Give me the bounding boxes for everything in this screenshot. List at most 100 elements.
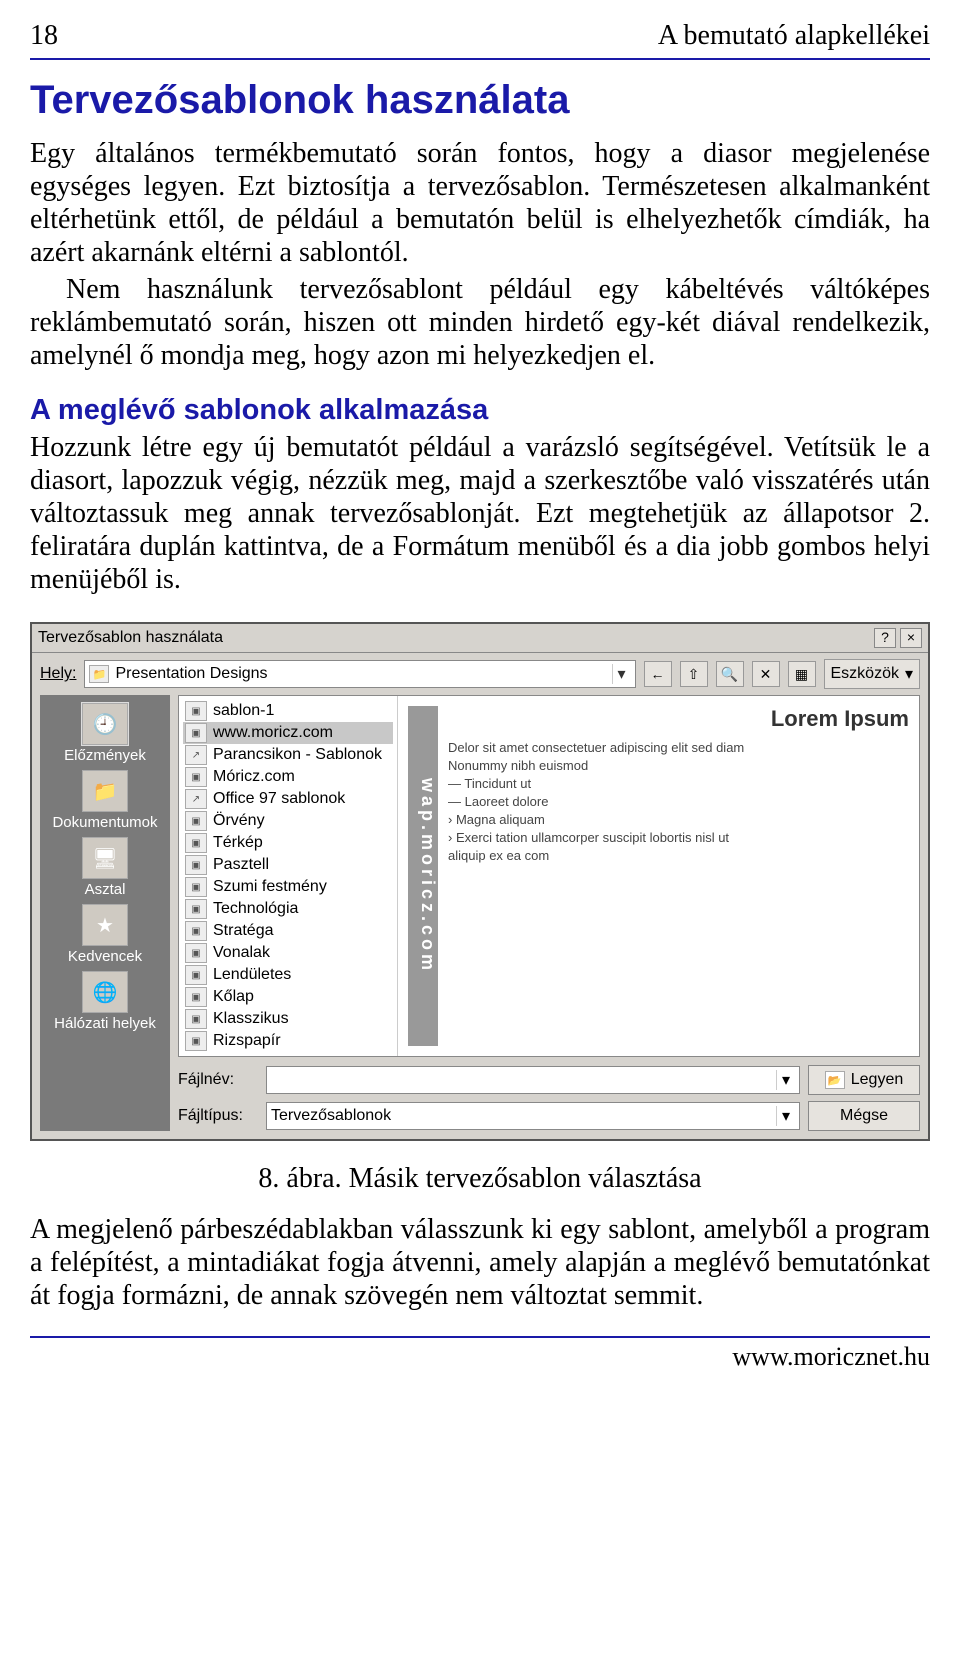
file-name: Stratéga [213, 922, 273, 940]
file-name: Móricz.com [213, 768, 295, 786]
places-bar-icon: ★ [82, 904, 128, 946]
template-file-icon: ▣ [185, 701, 207, 721]
file-list-item[interactable]: ▣Stratéga [183, 920, 393, 942]
paragraph: Nem használunk tervezősablont például eg… [30, 273, 930, 372]
preview-bullet: › Exerci tation ullamcorper suscipit lob… [448, 830, 909, 845]
chevron-down-icon[interactable]: ▾ [612, 664, 631, 684]
preview-title: Lorem Ipsum [448, 706, 909, 732]
location-combo[interactable]: 📁 Presentation Designs ▾ [84, 660, 635, 688]
filetype-value: Tervezősablonok [271, 1107, 391, 1125]
file-name: sablon-1 [213, 702, 274, 720]
file-list-item[interactable]: ▣ www.moricz.com [183, 722, 393, 744]
places-bar-label: Hálózati helyek [40, 1015, 170, 1032]
template-file-icon: ▣ [185, 723, 207, 743]
file-list-item[interactable]: ▣ sablon-1 [183, 700, 393, 722]
figure-caption: 8. ábra. Másik tervezősablon választása [30, 1163, 930, 1195]
filetype-label: Fájltípus: [178, 1107, 258, 1125]
template-file-icon: ▣ [185, 833, 207, 853]
template-file-icon: ▣ [185, 877, 207, 897]
file-list-item[interactable]: ▣Örvény [183, 810, 393, 832]
section-title: A bemutató alapkellékei [658, 20, 930, 52]
file-name: Technológia [213, 900, 298, 918]
chevron-down-icon[interactable]: ▾ [776, 1106, 795, 1126]
views-button[interactable]: ▦ [788, 661, 816, 687]
preview-bullet: — Laoreet dolore [448, 794, 909, 809]
chevron-down-icon[interactable]: ▾ [776, 1070, 795, 1090]
places-bar-icon: 📁 [82, 770, 128, 812]
file-list-area: ▣ sablon-1 ▣ www.moricz.com ↗ Parancsikon - S… [178, 695, 920, 1057]
file-name: Klasszikus [213, 1010, 289, 1028]
shortcut-icon: ↗ [185, 789, 207, 809]
places-bar-label: Előzmények [40, 747, 170, 764]
cancel-button[interactable]: Mégse [808, 1101, 920, 1131]
delete-button[interactable]: ✕ [752, 661, 780, 687]
open-button[interactable]: 📂 Legyen [808, 1065, 920, 1095]
back-button[interactable]: ← [644, 661, 672, 687]
shortcut-icon: ↗ [185, 745, 207, 765]
file-list-item[interactable]: ▣ Vonalak [183, 942, 393, 964]
file-name: Örvény [213, 812, 265, 830]
template-file-icon: ▣ [185, 1031, 207, 1051]
help-button[interactable]: ? [874, 628, 896, 648]
file-list-item[interactable]: ▣ Móricz.com [183, 766, 393, 788]
preview-side-strip: wap.moricz.com [408, 706, 438, 1046]
places-bar-item[interactable]: 📁 Dokumentumok [40, 770, 170, 831]
file-list-item[interactable]: ↗ Office 97 sablonok [183, 788, 393, 810]
places-bar-item[interactable]: ★Kedvencek [40, 904, 170, 965]
file-list-item[interactable]: ▣ Rizspapír [183, 1030, 393, 1052]
tools-label: Eszközök [831, 665, 899, 683]
filetype-combo[interactable]: Tervezősablonok ▾ [266, 1102, 800, 1130]
file-list-item[interactable]: ▣ Technológia [183, 898, 393, 920]
heading-1: Tervezősablonok használata [30, 78, 930, 123]
file-name: Kőlap [213, 988, 254, 1006]
template-file-icon: ▣ [185, 899, 207, 919]
file-list-item[interactable]: ▣ Pasztell [183, 854, 393, 876]
file-name: Office 97 sablonok [213, 790, 345, 808]
file-list-item[interactable]: ▣ Lendületes [183, 964, 393, 986]
filename-input[interactable]: ▾ [266, 1066, 800, 1094]
footer-rule [30, 1336, 930, 1338]
places-bar-item[interactable]: 🕘 Előzmények [40, 703, 170, 764]
file-list-item[interactable]: ▣Kőlap [183, 986, 393, 1008]
preview-bullet: aliquip ex ea com [448, 848, 909, 863]
file-list-item[interactable]: ▣ Szumi festmény [183, 876, 393, 898]
filename-label: Fájlnév: [178, 1071, 258, 1089]
file-list[interactable]: ▣ sablon-1 ▣ www.moricz.com ↗ Parancsikon - S… [179, 696, 397, 1056]
file-name: Szumi festmény [213, 878, 327, 896]
template-file-icon: ▣ [185, 965, 207, 985]
tools-dropdown[interactable]: Eszközök ▾ [824, 659, 921, 689]
file-name: Parancsikon - Sablonok [213, 746, 382, 764]
places-bar-label: Dokumentumok [40, 814, 170, 831]
preview-bullet: Nonummy nibh euismod [448, 758, 909, 773]
file-name: Vonalak [213, 944, 270, 962]
file-list-item[interactable]: ▣ Térkép [183, 832, 393, 854]
file-name: Térkép [213, 834, 263, 852]
places-bar-item[interactable]: 🖥Asztal [40, 837, 170, 898]
file-name: www.moricz.com [213, 724, 333, 742]
search-web-button[interactable]: 🔍 [716, 661, 744, 687]
file-list-item[interactable]: ↗ Parancsikon - Sablonok [183, 744, 393, 766]
dialog-toolbar: Hely: 📁 Presentation Designs ▾ ← ⇧ 🔍 ✕ ▦… [32, 653, 928, 695]
places-bar-item[interactable]: 🌐 Hálózati helyek [40, 971, 170, 1032]
template-preview: wap.moricz.com Lorem Ipsum Delor sit ame… [397, 696, 919, 1056]
up-one-level-button[interactable]: ⇧ [680, 661, 708, 687]
places-bar-label: Asztal [40, 881, 170, 898]
file-name: Pasztell [213, 856, 269, 874]
places-bar-icon: 🌐 [82, 971, 128, 1013]
template-file-icon: ▣ [185, 767, 207, 787]
cancel-button-label: Mégse [840, 1107, 888, 1125]
preview-bullet: Delor sit amet consectetuer adipiscing e… [448, 740, 909, 755]
close-button[interactable]: × [900, 628, 922, 648]
grid-icon: ▦ [795, 666, 808, 683]
file-list-item[interactable]: ▣Klasszikus [183, 1008, 393, 1030]
dialog-title: Tervezősablon használata [38, 629, 870, 647]
paragraph: Hozzunk létre egy új bemutatót például a… [30, 431, 930, 596]
places-bar: 🕘 Előzmények 📁 Dokumentumok 🖥Asztal★Kedvence… [40, 695, 170, 1131]
template-file-icon: ▣ [185, 943, 207, 963]
paragraph: A megjelenő párbeszédablakban válasszunk… [30, 1213, 930, 1312]
file-name: Rizspapír [213, 1032, 281, 1050]
file-name: Lendületes [213, 966, 291, 984]
template-file-icon: ▣ [185, 855, 207, 875]
location-label: Hely: [40, 665, 76, 683]
places-bar-icon: 🕘 [82, 703, 128, 745]
